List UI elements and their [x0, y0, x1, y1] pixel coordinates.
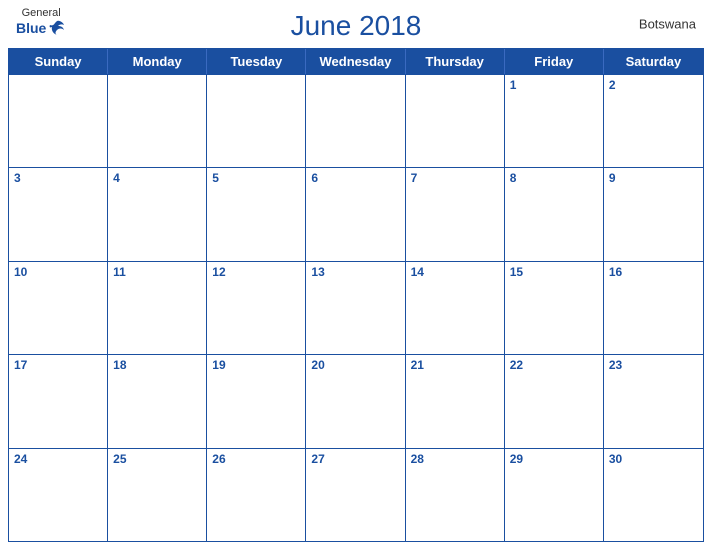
logo-general: General	[22, 8, 61, 19]
day-cell-empty	[207, 75, 306, 167]
logo: General Blue	[16, 8, 66, 37]
day-number: 10	[14, 265, 102, 279]
day-cell-5: 5	[207, 168, 306, 260]
day-headers-row: SundayMondayTuesdayWednesdayThursdayFrid…	[9, 49, 703, 74]
day-cell-2: 2	[604, 75, 703, 167]
day-number: 4	[113, 171, 201, 185]
day-cell-empty	[406, 75, 505, 167]
day-cell-empty	[306, 75, 405, 167]
day-number: 26	[212, 452, 300, 466]
day-number: 22	[510, 358, 598, 372]
page-title: June 2018	[291, 10, 422, 42]
day-cell-18: 18	[108, 355, 207, 447]
day-cell-29: 29	[505, 449, 604, 541]
day-cell-14: 14	[406, 262, 505, 354]
day-header-sunday: Sunday	[9, 49, 108, 74]
day-number: 6	[311, 171, 399, 185]
day-cell-15: 15	[505, 262, 604, 354]
day-cell-22: 22	[505, 355, 604, 447]
day-number: 17	[14, 358, 102, 372]
day-cell-1: 1	[505, 75, 604, 167]
day-header-wednesday: Wednesday	[306, 49, 405, 74]
week-row-1: 12	[9, 74, 703, 167]
day-number: 27	[311, 452, 399, 466]
day-number: 7	[411, 171, 499, 185]
day-number: 5	[212, 171, 300, 185]
day-cell-20: 20	[306, 355, 405, 447]
day-cell-26: 26	[207, 449, 306, 541]
country-label: Botswana	[639, 17, 696, 32]
day-number: 2	[609, 78, 698, 92]
day-cell-23: 23	[604, 355, 703, 447]
day-cell-13: 13	[306, 262, 405, 354]
day-number: 8	[510, 171, 598, 185]
day-number: 21	[411, 358, 499, 372]
day-cell-17: 17	[9, 355, 108, 447]
calendar-page: General Blue June 2018 Botswana SundayMo…	[0, 0, 712, 550]
day-number: 24	[14, 452, 102, 466]
day-number: 19	[212, 358, 300, 372]
day-header-friday: Friday	[505, 49, 604, 74]
day-header-monday: Monday	[108, 49, 207, 74]
logo-bird-icon	[48, 19, 66, 37]
calendar-grid: SundayMondayTuesdayWednesdayThursdayFrid…	[8, 48, 704, 542]
day-cell-6: 6	[306, 168, 405, 260]
day-number: 3	[14, 171, 102, 185]
day-cell-21: 21	[406, 355, 505, 447]
day-header-saturday: Saturday	[604, 49, 703, 74]
day-cell-7: 7	[406, 168, 505, 260]
day-number: 14	[411, 265, 499, 279]
week-row-2: 3456789	[9, 167, 703, 260]
week-row-4: 17 18 19 20 21 22 23	[9, 354, 703, 447]
calendar-header: General Blue June 2018 Botswana	[0, 0, 712, 48]
day-number: 16	[609, 265, 698, 279]
day-cell-8: 8	[505, 168, 604, 260]
day-cell-4: 4	[108, 168, 207, 260]
week-row-3: 10 11 12 13 14 15 16	[9, 261, 703, 354]
day-number: 29	[510, 452, 598, 466]
day-number: 9	[609, 171, 698, 185]
day-cell-3: 3	[9, 168, 108, 260]
day-number: 15	[510, 265, 598, 279]
day-cell-30: 30	[604, 449, 703, 541]
day-cell-empty	[108, 75, 207, 167]
day-cell-11: 11	[108, 262, 207, 354]
day-cell-19: 19	[207, 355, 306, 447]
week-row-5: 24 25 26 27 28 29 30	[9, 448, 703, 541]
day-cell-12: 12	[207, 262, 306, 354]
day-cell-25: 25	[108, 449, 207, 541]
day-number: 12	[212, 265, 300, 279]
logo-blue: Blue	[16, 21, 46, 35]
day-number: 25	[113, 452, 201, 466]
day-number: 20	[311, 358, 399, 372]
day-number: 23	[609, 358, 698, 372]
day-number: 1	[510, 78, 598, 92]
day-cell-empty	[9, 75, 108, 167]
day-cell-16: 16	[604, 262, 703, 354]
day-number: 18	[113, 358, 201, 372]
day-cell-10: 10	[9, 262, 108, 354]
day-header-thursday: Thursday	[406, 49, 505, 74]
day-header-tuesday: Tuesday	[207, 49, 306, 74]
day-cell-27: 27	[306, 449, 405, 541]
weeks-container: 1234567891011121314151617181920212223242…	[9, 74, 703, 541]
day-cell-28: 28	[406, 449, 505, 541]
day-number: 13	[311, 265, 399, 279]
day-number: 11	[113, 265, 201, 279]
day-number: 30	[609, 452, 698, 466]
day-number: 28	[411, 452, 499, 466]
day-cell-9: 9	[604, 168, 703, 260]
day-cell-24: 24	[9, 449, 108, 541]
